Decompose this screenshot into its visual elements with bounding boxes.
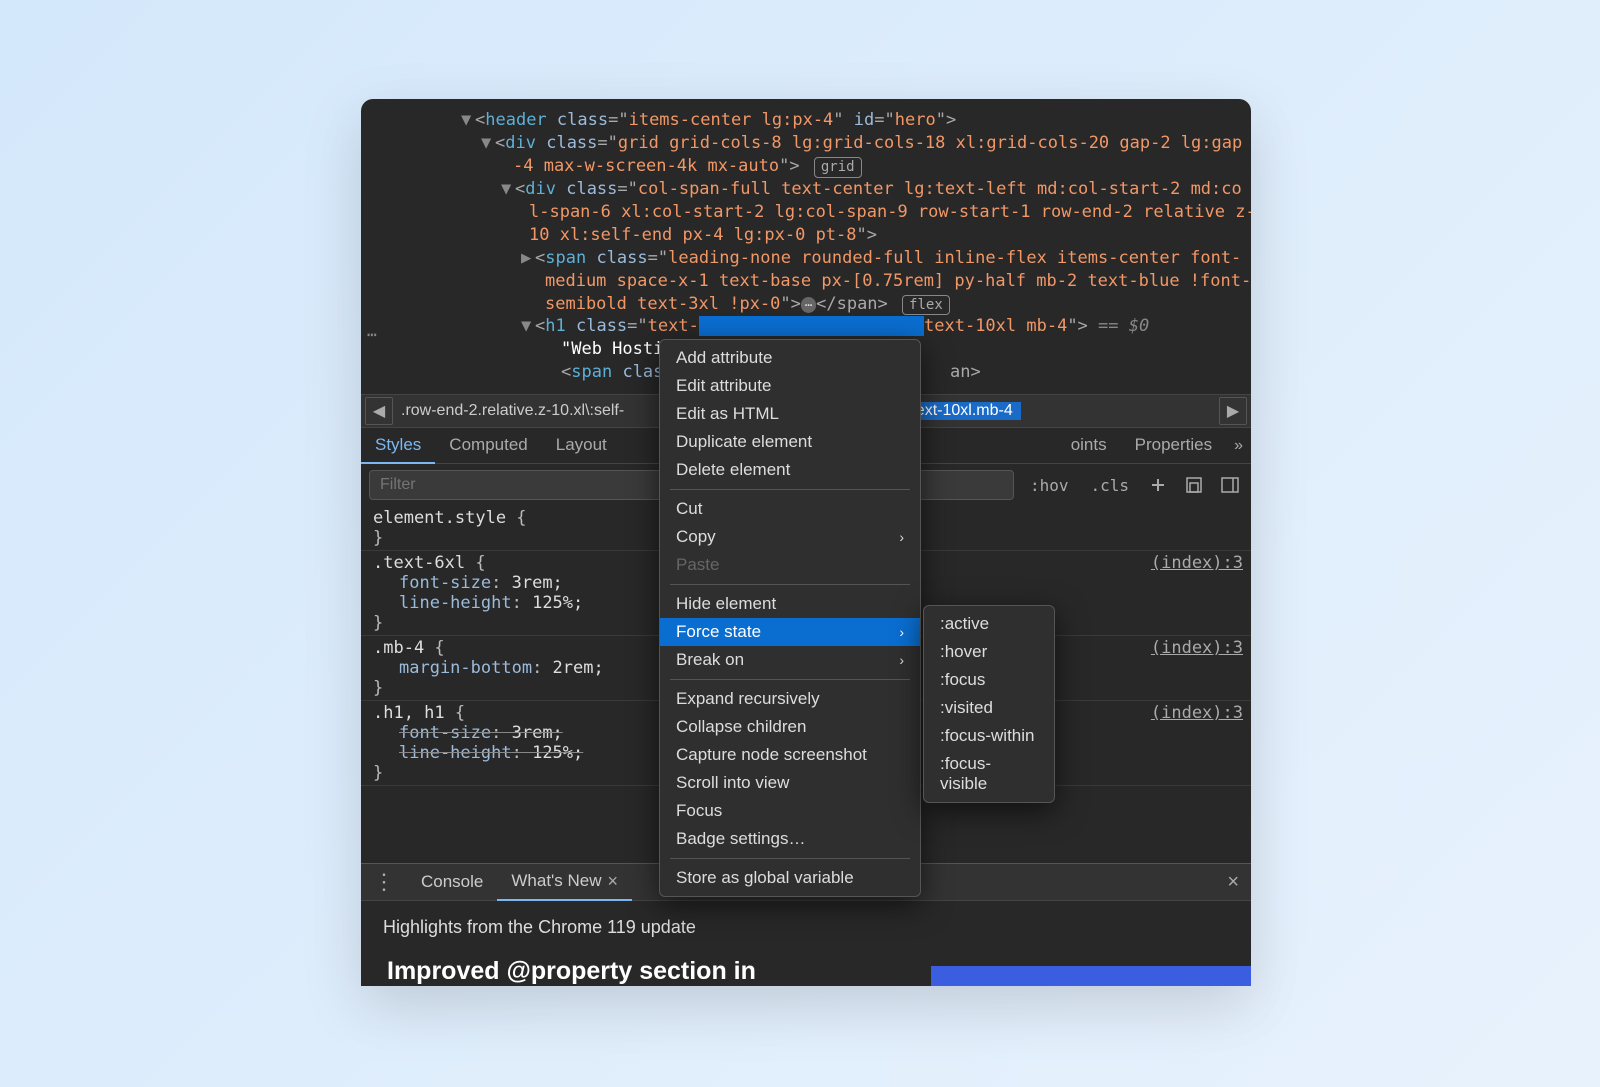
menu-copy[interactable]: Copy›: [660, 523, 920, 551]
menu-separator: [670, 858, 910, 859]
dom-node-div2[interactable]: ▼<div class="col-span-full text-center l…: [361, 178, 1251, 201]
article-thumbnail: [931, 966, 1251, 986]
flex-badge[interactable]: flex: [902, 295, 950, 316]
grid-badge[interactable]: grid: [814, 157, 862, 178]
menu-edit-html[interactable]: Edit as HTML: [660, 400, 920, 428]
dom-node-div[interactable]: ▼<div class="grid grid-cols-8 lg:grid-co…: [361, 132, 1251, 155]
menu-break-on[interactable]: Break on›: [660, 646, 920, 674]
menu-badge[interactable]: Badge settings…: [660, 825, 920, 853]
tab-properties[interactable]: Properties: [1121, 428, 1226, 464]
menu-cut[interactable]: Cut: [660, 495, 920, 523]
submenu-hover[interactable]: :hover: [924, 638, 1054, 666]
menu-store-var[interactable]: Store as global variable: [660, 864, 920, 892]
breadcrumb-right-arrow[interactable]: ▶: [1219, 397, 1247, 425]
submenu-focus-visible[interactable]: :focus-visible: [924, 750, 1054, 798]
dom-node-div-cont[interactable]: -4 max-w-screen-4k mx-auto"> grid: [361, 155, 1251, 178]
submenu-active[interactable]: :active: [924, 610, 1054, 638]
menu-paste: Paste: [660, 551, 920, 579]
cls-button[interactable]: .cls: [1084, 476, 1135, 495]
gutter-ellipsis: ⋯: [367, 324, 379, 346]
devtools-window: ⋯ ▼<header class="items-center lg:px-4" …: [361, 99, 1251, 986]
tab-computed[interactable]: Computed: [435, 428, 541, 464]
source-link[interactable]: (index):3: [1151, 638, 1243, 658]
tab-console[interactable]: Console: [407, 863, 497, 901]
menu-hide[interactable]: Hide element: [660, 590, 920, 618]
dom-node-span[interactable]: ▶<span class="leading-none rounded-full …: [361, 247, 1251, 270]
menu-add-attribute[interactable]: Add attribute: [660, 344, 920, 372]
computed-styles-icon[interactable]: [1181, 472, 1207, 498]
submenu-visited[interactable]: :visited: [924, 694, 1054, 722]
dom-node-header[interactable]: ▼<header class="items-center lg:px-4" id…: [361, 109, 1251, 132]
drawer-menu-icon[interactable]: ⋮: [361, 869, 407, 895]
breadcrumb-left-arrow[interactable]: ◀: [365, 397, 393, 425]
tab-whatsnew[interactable]: What's New×: [497, 863, 632, 901]
menu-collapse[interactable]: Collapse children: [660, 713, 920, 741]
chevron-right-icon: ›: [899, 529, 904, 545]
menu-separator: [670, 584, 910, 585]
menu-separator: [670, 489, 910, 490]
menu-scroll[interactable]: Scroll into view: [660, 769, 920, 797]
source-link[interactable]: (index):3: [1151, 553, 1243, 573]
menu-delete[interactable]: Delete element: [660, 456, 920, 484]
source-link[interactable]: (index):3: [1151, 703, 1243, 723]
menu-duplicate[interactable]: Duplicate element: [660, 428, 920, 456]
close-drawer-icon[interactable]: ×: [1227, 871, 1239, 894]
chevron-right-icon: ›: [899, 652, 904, 668]
whatsnew-article-title: Improved @property section in: [387, 957, 756, 986]
force-state-submenu: :active :hover :focus :visited :focus-wi…: [923, 605, 1055, 803]
menu-focus[interactable]: Focus: [660, 797, 920, 825]
menu-expand[interactable]: Expand recursively: [660, 685, 920, 713]
context-menu: Add attribute Edit attribute Edit as HTM…: [659, 339, 921, 897]
toggle-sidebar-icon[interactable]: [1217, 472, 1243, 498]
hov-button[interactable]: :hov: [1024, 476, 1075, 495]
tab-styles[interactable]: Styles: [361, 428, 435, 464]
menu-screenshot[interactable]: Capture node screenshot: [660, 741, 920, 769]
menu-force-state[interactable]: Force state›: [660, 618, 920, 646]
chevron-right-icon: ›: [899, 624, 904, 640]
more-tabs-icon[interactable]: »: [1226, 437, 1251, 455]
ellipsis-badge[interactable]: ⋯: [801, 297, 816, 313]
submenu-focus-within[interactable]: :focus-within: [924, 722, 1054, 750]
new-style-rule-icon[interactable]: [1145, 472, 1171, 498]
dom-node-h1[interactable]: ▼<h1 class="text- text-10xl mb-4"> == $0: [361, 315, 1251, 338]
submenu-focus[interactable]: :focus: [924, 666, 1054, 694]
tab-breakpoints[interactable]: oints: [1057, 428, 1121, 464]
menu-edit-attribute[interactable]: Edit attribute: [660, 372, 920, 400]
menu-separator: [670, 679, 910, 680]
tab-layout[interactable]: Layout: [542, 428, 621, 464]
close-tab-icon[interactable]: ×: [608, 871, 619, 892]
whatsnew-heading: Highlights from the Chrome 119 update: [383, 917, 696, 938]
